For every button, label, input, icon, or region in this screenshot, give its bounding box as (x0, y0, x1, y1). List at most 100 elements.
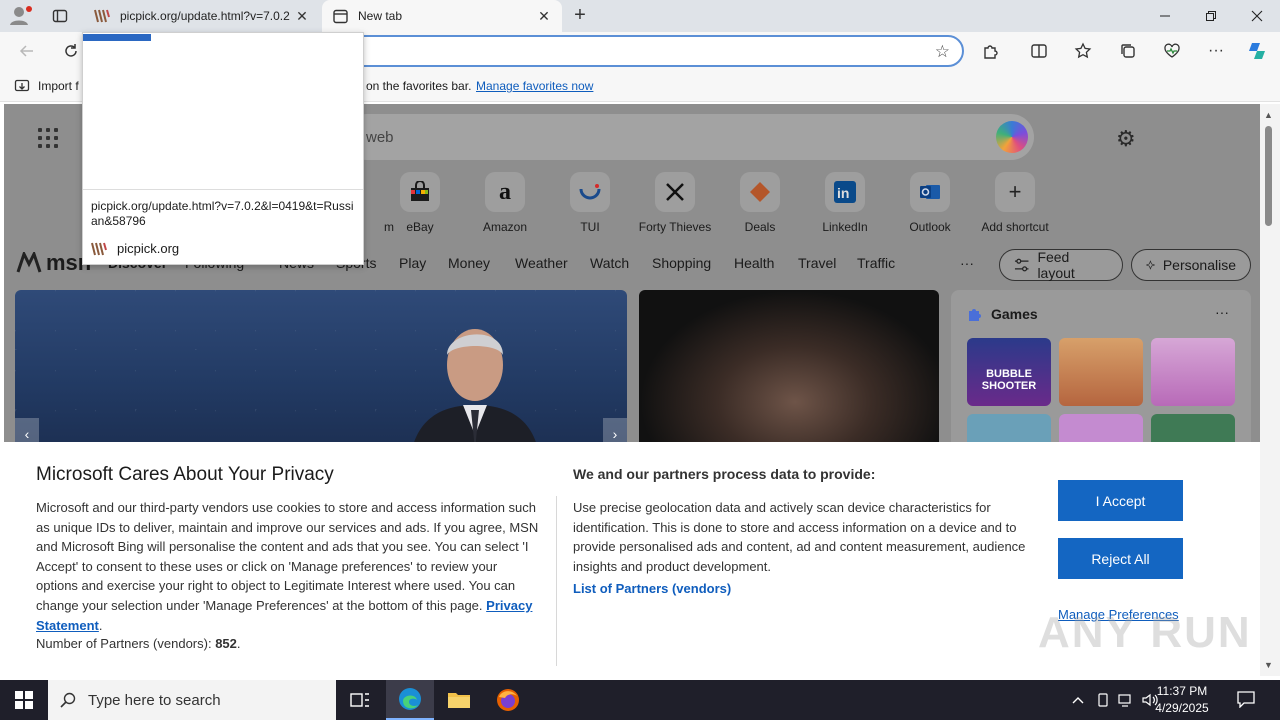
scroll-down-icon[interactable]: ▼ (1264, 660, 1273, 670)
shortcut-outlook[interactable]: Outlook (890, 172, 970, 234)
refresh-button[interactable] (58, 39, 84, 63)
close-tab-icon[interactable]: ✕ (294, 8, 310, 24)
tab-picpick[interactable]: picpick.org/update.html?v=7.0.2 ✕ (84, 0, 320, 32)
scroll-thumb[interactable] (1265, 126, 1272, 226)
taskbar-firefox[interactable] (484, 680, 532, 720)
nav-travel[interactable]: Travel (798, 255, 836, 271)
firefox-icon (497, 689, 519, 711)
favorites-message: on the favorites bar. (366, 79, 472, 93)
taskbar-clock[interactable]: 11:37 PM 4/29/2025 (1142, 683, 1222, 717)
url-suggestion-popup[interactable]: picpick.org/update.html?v=7.0.2&l=0419&t… (82, 32, 364, 265)
web-search-box[interactable]: web (344, 114, 1034, 160)
settings-more-button[interactable]: ··· (1203, 39, 1229, 63)
personalise-button[interactable]: Personalise (1131, 249, 1251, 281)
period: . (98, 617, 103, 633)
shortcut-label: Deals (744, 220, 776, 234)
start-button[interactable] (0, 680, 48, 720)
minimize-icon (1160, 15, 1170, 17)
favorites-button[interactable] (1070, 39, 1096, 63)
game-tile-bubble-shooter[interactable]: BUBBLE SHOOTER (967, 338, 1051, 406)
puzzle-icon (984, 45, 998, 59)
restore-button[interactable] (1188, 0, 1234, 32)
nav-health[interactable]: Health (734, 255, 774, 271)
nav-watch[interactable]: Watch (590, 255, 629, 271)
split-screen-icon (1031, 44, 1047, 58)
close-window-button[interactable] (1234, 0, 1280, 32)
taskbar-search[interactable]: Type here to search (48, 680, 336, 720)
nav-play[interactable]: Play (399, 255, 426, 271)
shortcut-deals[interactable]: Deals (720, 172, 800, 234)
task-view-button[interactable] (336, 680, 384, 720)
show-hidden-icons[interactable] (1068, 680, 1088, 720)
import-icon (14, 79, 30, 92)
news-card-secondary[interactable] (639, 290, 939, 450)
msn-butterfly-icon (16, 252, 42, 273)
page-settings-gear-icon[interactable]: ⚙ (1116, 126, 1136, 152)
shortcut-forty-thieves[interactable]: Forty Thieves (635, 172, 715, 234)
nav-traffic[interactable]: Traffic (857, 255, 895, 271)
copilot-icon[interactable] (996, 121, 1028, 153)
game-tile-2[interactable] (1059, 338, 1143, 406)
games-header: Games (967, 306, 1038, 322)
profile-button[interactable] (8, 4, 34, 28)
consent-body: Microsoft and our third-party vendors us… (36, 498, 542, 635)
favorite-star-icon[interactable]: ☆ (935, 42, 950, 62)
svg-text:in: in (837, 185, 849, 201)
copilot-button[interactable] (1244, 39, 1270, 63)
shortcut-tui[interactable]: TUI (550, 172, 630, 234)
tray-device[interactable] (1094, 680, 1112, 720)
search-placeholder: web (366, 129, 394, 146)
folder-icon (448, 693, 470, 708)
tab-actions-button[interactable] (50, 6, 70, 26)
thumbnail-selection (83, 34, 151, 41)
nav-shopping[interactable]: Shopping (652, 255, 711, 271)
consent-divider (556, 496, 557, 666)
split-screen-button[interactable] (1026, 39, 1052, 63)
apps-launcher-icon[interactable] (38, 128, 58, 148)
linkedin-icon: in (825, 172, 865, 212)
back-button[interactable] (14, 39, 40, 63)
news-card-hero[interactable]: ‹ › (15, 290, 627, 450)
reject-all-button[interactable]: Reject All (1058, 538, 1183, 579)
purposes-title: We and our partners process data to prov… (573, 466, 876, 482)
performance-button[interactable] (1159, 39, 1185, 63)
accept-button[interactable]: I Accept (1058, 480, 1183, 521)
amazon-icon: a (485, 172, 525, 212)
game-tile-3[interactable] (1151, 338, 1235, 406)
refresh-icon (65, 44, 77, 57)
nav-more-icon[interactable]: ··· (960, 255, 974, 271)
shortcut-amazon[interactable]: a Amazon (465, 172, 545, 234)
shortcut-ebay[interactable]: eBay (380, 172, 460, 234)
back-arrow-icon (19, 45, 33, 57)
shortcut-add[interactable]: + Add shortcut (975, 172, 1055, 234)
action-center-button[interactable] (1236, 690, 1258, 710)
import-favorites-button[interactable]: Import f (14, 78, 79, 94)
clock-date: 4/29/2025 (1155, 701, 1209, 715)
taskbar-edge[interactable] (386, 680, 434, 720)
nav-money[interactable]: Money (448, 255, 490, 271)
collections-button[interactable] (1115, 39, 1141, 63)
game-tile-title: BUBBLE SHOOTER (981, 368, 1037, 392)
nav-weather[interactable]: Weather (515, 255, 568, 271)
notification-dot (26, 6, 32, 12)
msn-logo[interactable]: msn (16, 250, 91, 276)
restore-icon (1206, 11, 1216, 21)
shortcut-linkedin[interactable]: in LinkedIn (805, 172, 885, 234)
sliders-icon (1014, 258, 1029, 272)
manage-favorites-link[interactable]: Manage favorites now (476, 79, 593, 93)
site-label: picpick.org (117, 241, 180, 256)
extensions-button[interactable] (978, 39, 1004, 63)
new-tab-button[interactable]: + (568, 4, 592, 28)
list-of-partners-link[interactable]: List of Partners (vendors) (573, 581, 731, 596)
sparkle-star-icon (1146, 260, 1155, 270)
taskbar-file-explorer[interactable] (435, 680, 483, 720)
close-tab-icon[interactable]: ✕ (536, 8, 552, 24)
games-more-icon[interactable]: ··· (1215, 304, 1229, 320)
scroll-up-icon[interactable]: ▲ (1264, 110, 1273, 120)
copilot-icon (1249, 43, 1265, 59)
minimize-button[interactable] (1142, 0, 1188, 32)
tray-network[interactable] (1116, 680, 1136, 720)
tab-new-tab[interactable]: New tab ✕ (322, 0, 562, 32)
feed-layout-button[interactable]: Feed layout (999, 249, 1123, 281)
page-scrollbar[interactable]: ▲ ▼ (1260, 104, 1280, 676)
